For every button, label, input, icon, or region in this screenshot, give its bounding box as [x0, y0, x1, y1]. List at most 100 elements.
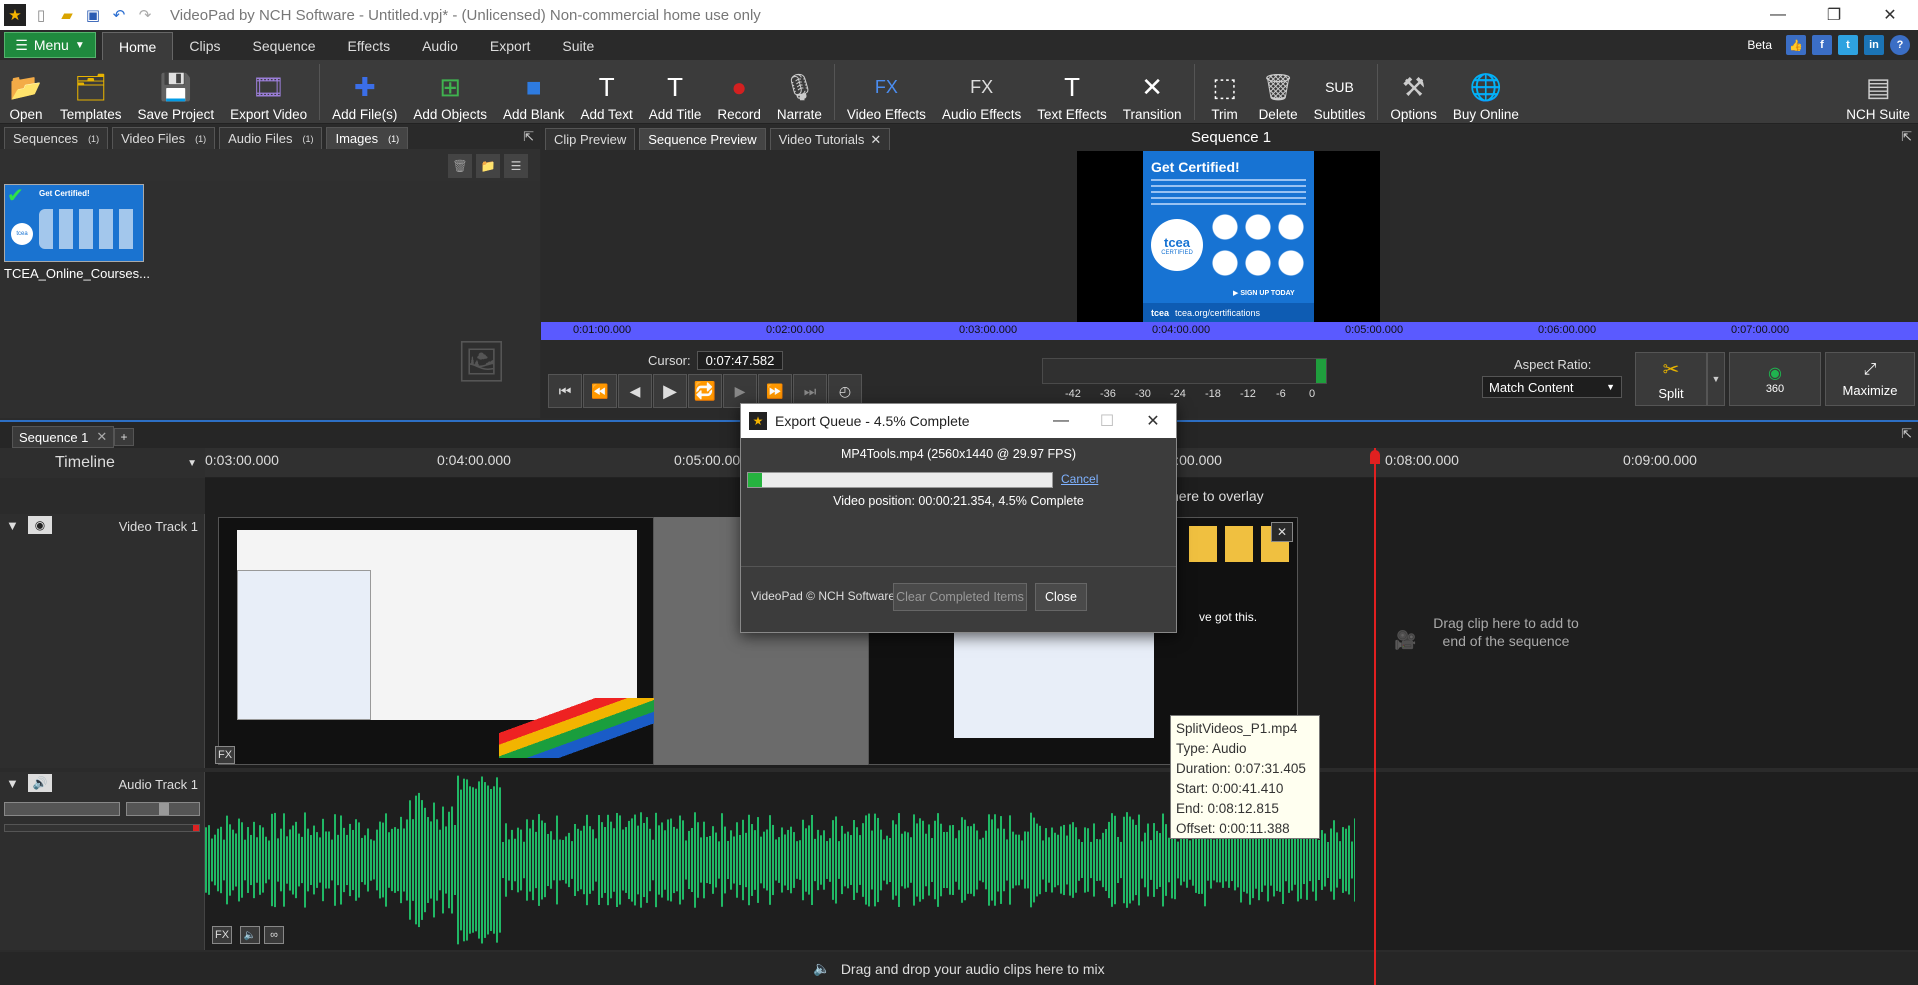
trim-button[interactable]: ⬚ Trim: [1199, 60, 1251, 123]
narrate-button[interactable]: 🎙 Narrate: [769, 60, 830, 123]
tab-images[interactable]: Images (1): [326, 127, 409, 149]
close-button[interactable]: Close: [1035, 583, 1087, 611]
vr-360-button[interactable]: ◉ 360: [1729, 352, 1821, 406]
end-hint: Drag clip here to add to end of the sequ…: [1433, 615, 1579, 649]
pan-knob[interactable]: [159, 803, 169, 815]
minimize-icon[interactable]: —: [1750, 0, 1806, 30]
tab-sequence-preview[interactable]: Sequence Preview: [639, 128, 766, 150]
help-icon[interactable]: ?: [1890, 35, 1910, 55]
list-view-icon[interactable]: ☰: [504, 154, 528, 178]
collapse-track-icon[interactable]: ▼: [6, 776, 19, 791]
tab-sequence-1[interactable]: Sequence 1 ✕: [12, 426, 115, 448]
save-icon[interactable]: ▣: [82, 4, 104, 26]
record-button[interactable]: ● Record: [709, 60, 769, 123]
speaker-icon[interactable]: 🔊: [28, 774, 52, 792]
pan-slider[interactable]: [126, 802, 200, 816]
tab-audio[interactable]: Audio: [406, 32, 474, 60]
new-file-icon[interactable]: ▯: [30, 4, 52, 26]
clip-fx-label[interactable]: FX: [215, 746, 235, 764]
cursor-value[interactable]: 0:07:47.582: [696, 351, 784, 370]
tab-home[interactable]: Home: [102, 32, 174, 60]
close-icon[interactable]: ✕: [1271, 522, 1293, 542]
split-dropdown[interactable]: ▼: [1707, 352, 1725, 406]
playhead-handle[interactable]: [1370, 450, 1380, 464]
volume-slider[interactable]: [4, 802, 120, 816]
menu-button[interactable]: ☰ Menu ▼: [4, 32, 96, 58]
timeline-dropdown[interactable]: Timeline ▼: [0, 448, 205, 478]
open-file-icon[interactable]: ▰: [56, 4, 78, 26]
templates-button[interactable]: 🗂 Templates: [52, 60, 130, 123]
tab-clips[interactable]: Clips: [173, 32, 236, 60]
delete-button[interactable]: 🗑 Delete: [1251, 60, 1306, 123]
end-drop-zone[interactable]: 🎥 Drag clip here to add to end of the se…: [1380, 514, 1918, 768]
chevron-down-icon: ▼: [1606, 382, 1615, 392]
tab-sequence[interactable]: Sequence: [236, 32, 331, 60]
maximize-icon[interactable]: ☐: [1084, 404, 1130, 438]
new-folder-icon[interactable]: 📁: [476, 154, 500, 178]
tab-audio-files[interactable]: Audio Files (1): [219, 127, 323, 149]
toolbar: 📂 Open 🗂 Templates 💾 Save Project 🎞 Export V…: [0, 60, 1918, 124]
audio-effects-button[interactable]: FX Audio Effects: [934, 60, 1029, 123]
text-effects-button[interactable]: T Text Effects: [1029, 60, 1115, 123]
close-tab-icon[interactable]: ✕: [870, 132, 881, 148]
undock-icon[interactable]: ⇱: [1901, 426, 1912, 442]
undock-icon[interactable]: ⇱: [1901, 129, 1912, 145]
cancel-link[interactable]: Cancel: [1061, 472, 1098, 486]
tab-clip-preview[interactable]: Clip Preview: [545, 128, 636, 150]
loop-icon[interactable]: 🔁: [688, 374, 722, 408]
trash-icon[interactable]: 🗑: [448, 154, 472, 178]
beta-label: Beta: [1747, 38, 1772, 52]
video-clip[interactable]: FX: [215, 517, 655, 765]
facebook-icon[interactable]: f: [1812, 35, 1832, 55]
save-project-button[interactable]: 💾 Save Project: [130, 60, 223, 123]
open-button[interactable]: 📂 Open: [0, 60, 52, 123]
add-objects-button[interactable]: ⊞ Add Objects: [405, 60, 495, 123]
tab-video-files[interactable]: Video Files (1): [112, 127, 216, 149]
add-text-button[interactable]: T Add Text: [573, 60, 641, 123]
clear-completed-button[interactable]: Clear Completed Items: [893, 583, 1027, 611]
eye-icon[interactable]: ◉: [28, 516, 52, 534]
audio-drop-zone[interactable]: 🔈 Drag and drop your audio clips here to…: [0, 952, 1918, 985]
previous-frame-icon[interactable]: ⏪: [583, 374, 617, 408]
tab-export[interactable]: Export: [474, 32, 546, 60]
close-icon[interactable]: ✕: [1130, 404, 1176, 438]
redo-icon[interactable]: ↷: [134, 4, 156, 26]
close-window-icon[interactable]: ✕: [1862, 0, 1918, 30]
tab-suite[interactable]: Suite: [546, 32, 610, 60]
collapse-track-icon[interactable]: ▼: [6, 518, 19, 533]
nch-suite-button[interactable]: ▤ NCH Suite: [1838, 60, 1918, 123]
minimize-icon[interactable]: —: [1038, 404, 1084, 438]
step-back-icon[interactable]: ◀: [618, 374, 652, 408]
maximize-icon: ⤢: [1863, 360, 1877, 378]
add-blank-button[interactable]: ■ Add Blank: [495, 60, 573, 123]
add-files-button[interactable]: ✚ Add File(s): [324, 60, 405, 123]
tab-sequences[interactable]: Sequences (1): [4, 127, 109, 149]
close-tab-icon[interactable]: ✕: [96, 429, 107, 445]
options-button[interactable]: ⚒ Options: [1382, 60, 1445, 123]
tab-video-tutorials[interactable]: Video Tutorials ✕: [769, 128, 891, 150]
video-effects-button[interactable]: FX Video Effects: [839, 60, 934, 123]
restore-icon[interactable]: ❐: [1806, 0, 1862, 30]
linkedin-icon[interactable]: in: [1864, 35, 1884, 55]
skip-start-icon[interactable]: ⏮: [548, 374, 582, 408]
play-icon[interactable]: ▶: [653, 374, 687, 408]
export-video-button[interactable]: 🎞 Export Video: [222, 60, 315, 123]
transition-button[interactable]: ✕ Transition: [1115, 60, 1190, 123]
preview-timeline-ruler[interactable]: 0:01:00.000 0:02:00.000 0:03:00.000 0:04…: [541, 322, 1918, 340]
image-thumbnail[interactable]: ✔ Get Certified! tcea: [4, 184, 144, 262]
thumb-brand: tcea: [11, 223, 33, 245]
undock-icon[interactable]: ⇱: [523, 129, 534, 145]
undo-icon[interactable]: ↶: [108, 4, 130, 26]
add-title-button[interactable]: T Add Title: [641, 60, 710, 123]
chevron-down-icon: ▼: [187, 457, 197, 469]
like-icon[interactable]: 👍: [1786, 35, 1806, 55]
playhead[interactable]: [1374, 448, 1376, 985]
tab-effects[interactable]: Effects: [332, 32, 407, 60]
buy-online-button[interactable]: 🌐 Buy Online: [1445, 60, 1527, 123]
maximize-button[interactable]: ⤢ Maximize: [1825, 352, 1915, 406]
split-button[interactable]: ✂ Split: [1635, 352, 1707, 406]
add-sequence-icon[interactable]: +: [114, 428, 134, 446]
aspect-ratio-select[interactable]: Match Content ▼: [1482, 376, 1622, 398]
subtitles-button[interactable]: SUB Subtitles: [1306, 60, 1374, 122]
twitter-icon[interactable]: t: [1838, 35, 1858, 55]
